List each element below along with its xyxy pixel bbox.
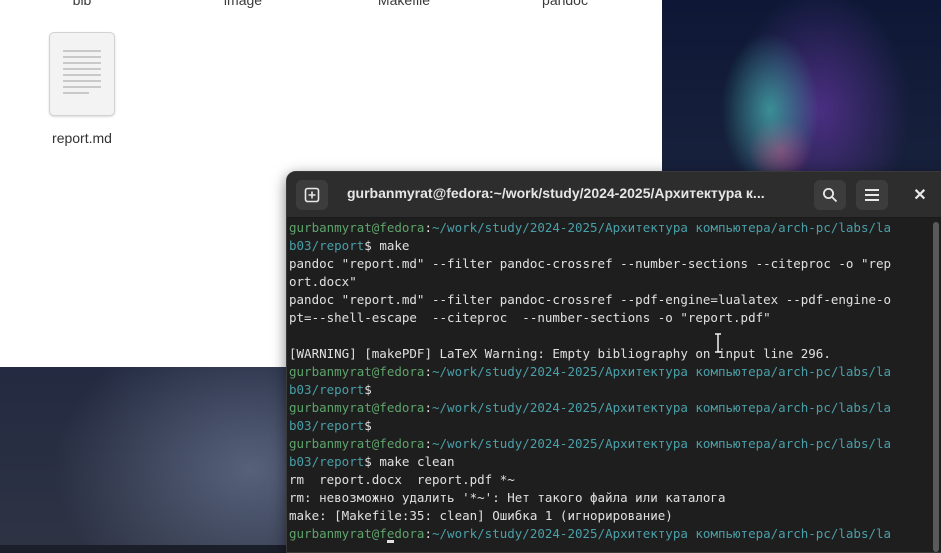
prompt-user: gurbanmyrat@fedora xyxy=(289,526,425,541)
output-line: ort.docx" xyxy=(289,274,357,289)
output-line-empty xyxy=(289,327,929,345)
close-button[interactable]: ✕ xyxy=(904,180,936,210)
file-label-makefile[interactable]: Makefile xyxy=(344,0,464,8)
terminal-header-bar[interactable]: gurbanmyrat@fedora:~/work/study/2024-202… xyxy=(287,172,941,218)
terminal-title: gurbanmyrat@fedora:~/work/study/2024-202… xyxy=(347,185,765,201)
warning-line: [WARNING] [makePDF] LaTeX Warning: Empty… xyxy=(289,346,831,361)
prompt-line: gurbanmyrat@fedora:~/work/study/2024-202… xyxy=(289,220,892,235)
prompt-line-cont: b03/report$ xyxy=(289,382,372,397)
prompt-path: b03/report xyxy=(289,454,365,469)
menu-button[interactable] xyxy=(856,180,888,210)
prompt-line: gurbanmyrat@fedora:~/work/study/2024-202… xyxy=(289,526,892,541)
output-line: pt=--shell-escape --citeproc --number-se… xyxy=(289,310,771,325)
terminal-scrollbar[interactable] xyxy=(933,222,939,552)
prompt-path: ~/work/study/2024-2025/Архитектура компь… xyxy=(432,220,892,235)
new-tab-icon xyxy=(304,187,320,203)
file-item-report-md[interactable]: report.md xyxy=(22,32,142,146)
prompt-line: gurbanmyrat@fedora:~/work/study/2024-202… xyxy=(289,364,892,379)
output-line: pandoc "report.md" --filter pandoc-cross… xyxy=(289,256,892,271)
file-label-bib[interactable]: bib xyxy=(22,0,142,8)
terminal-output[interactable]: gurbanmyrat@fedora:~/work/study/2024-202… xyxy=(289,219,929,543)
output-line: pandoc "report.md" --filter pandoc-cross… xyxy=(289,292,892,307)
text-cursor xyxy=(387,540,394,543)
prompt-path: b03/report xyxy=(289,382,365,397)
search-icon xyxy=(823,188,838,203)
prompt-path: b03/report xyxy=(289,238,365,253)
prompt-path: ~/work/study/2024-2025/Архитектура компь… xyxy=(432,364,892,379)
file-label-image[interactable]: image xyxy=(183,0,303,8)
prompt-user: gurbanmyrat@fedora xyxy=(289,364,425,379)
search-button[interactable] xyxy=(814,180,846,210)
text-document-icon xyxy=(49,32,115,116)
prompt-line-cont: b03/report$ xyxy=(289,418,372,433)
command-text: make clean xyxy=(379,454,455,469)
prompt-user: gurbanmyrat@fedora xyxy=(289,436,425,451)
prompt-user: gurbanmyrat@fedora xyxy=(289,400,425,415)
prompt-line-cont: b03/report$ make xyxy=(289,238,410,253)
prompt-path: b03/report xyxy=(289,418,365,433)
prompt-line-cont: b03/report$ make clean xyxy=(289,454,455,469)
prompt-path: ~/work/study/2024-2025/Архитектура компь… xyxy=(432,400,892,415)
file-label-pandoc[interactable]: pandoc xyxy=(505,0,625,8)
file-name: report.md xyxy=(52,130,112,146)
close-icon: ✕ xyxy=(913,187,927,204)
prompt-path: ~/work/study/2024-2025/Архитектура компь… xyxy=(432,436,892,451)
new-tab-button[interactable] xyxy=(296,180,328,210)
output-line: rm report.docx report.pdf *~ xyxy=(289,472,515,487)
i-beam-cursor-icon xyxy=(715,333,721,353)
terminal-window[interactable]: gurbanmyrat@fedora:~/work/study/2024-202… xyxy=(286,171,941,553)
hamburger-menu-icon xyxy=(865,189,879,201)
error-line: make: [Makefile:35: clean] Ошибка 1 (игн… xyxy=(289,508,673,523)
prompt-path: ~/work/study/2024-2025/Архитектура компь… xyxy=(432,526,892,541)
prompt-line: gurbanmyrat@fedora:~/work/study/2024-202… xyxy=(289,400,892,415)
prompt-line: gurbanmyrat@fedora:~/work/study/2024-202… xyxy=(289,436,892,451)
command-text: make xyxy=(379,238,410,253)
error-line: rm: невозможно удалить '*~': Нет такого … xyxy=(289,490,726,505)
prompt-user: gurbanmyrat@fedora xyxy=(289,220,425,235)
